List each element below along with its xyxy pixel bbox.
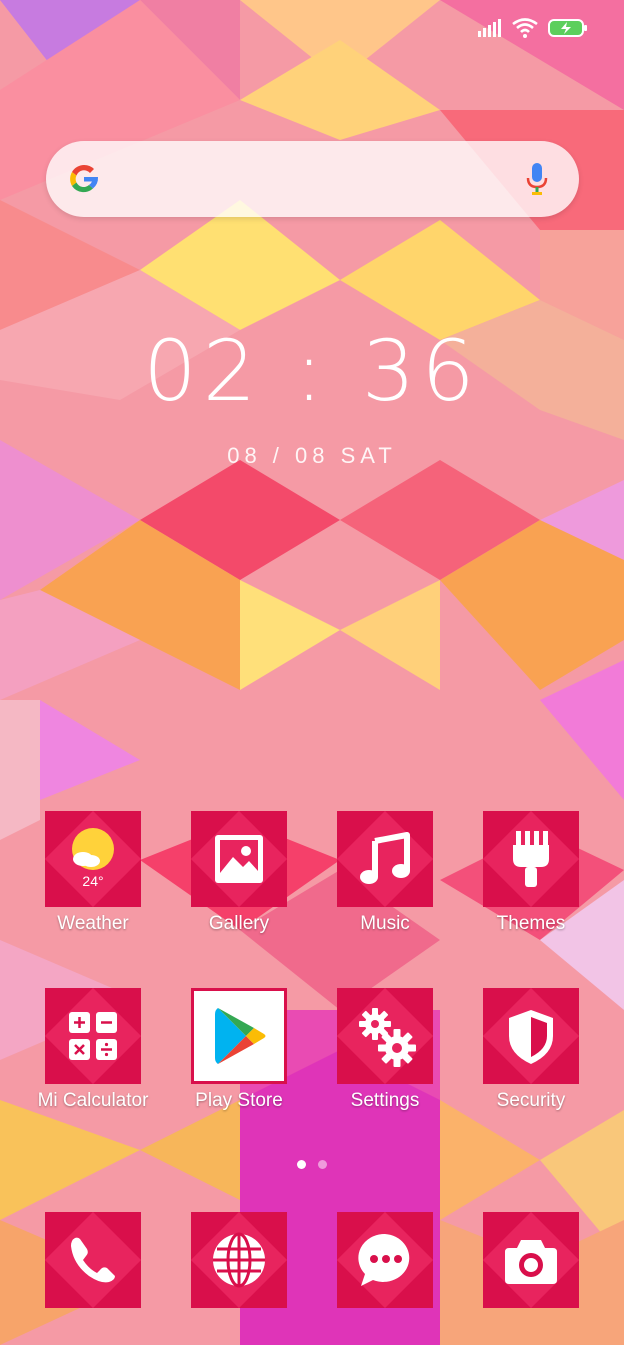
app-label: Themes bbox=[496, 913, 566, 934]
weather-temperature: 24° bbox=[82, 873, 104, 889]
play-store-icon bbox=[215, 1008, 266, 1064]
calculator-icon bbox=[69, 1012, 117, 1060]
app-label: Weather bbox=[57, 913, 129, 934]
app-label: Settings bbox=[350, 1090, 420, 1111]
weather-icon bbox=[72, 828, 114, 870]
settings-icon bbox=[359, 1008, 416, 1067]
app-label: Security bbox=[496, 1090, 566, 1111]
battery-charging-icon bbox=[548, 19, 587, 37]
browser-icon bbox=[213, 1232, 265, 1288]
google-icon bbox=[70, 164, 99, 193]
music-icon bbox=[360, 832, 410, 884]
wifi-icon bbox=[512, 18, 538, 38]
status-bar bbox=[478, 14, 588, 42]
security-icon bbox=[509, 1010, 553, 1064]
page-indicator bbox=[0, 1160, 624, 1169]
clock-date[interactable]: 08 / 08 SAT bbox=[0, 443, 624, 469]
app-weather[interactable]: 24° Weather bbox=[18, 811, 168, 935]
app-label: Gallery bbox=[208, 913, 270, 934]
app-security[interactable]: Security bbox=[456, 988, 606, 1112]
app-play-store[interactable]: Play Store bbox=[164, 988, 314, 1112]
app-settings[interactable]: Settings bbox=[310, 988, 460, 1112]
search-bar[interactable] bbox=[46, 141, 579, 217]
phone-icon bbox=[71, 1237, 115, 1283]
camera-icon bbox=[505, 1240, 557, 1284]
dock-browser[interactable] bbox=[164, 1212, 314, 1308]
dock-messages[interactable] bbox=[310, 1212, 460, 1308]
dock-camera[interactable] bbox=[456, 1212, 606, 1308]
mic-icon[interactable] bbox=[525, 161, 549, 197]
app-label: Play Store bbox=[195, 1090, 283, 1111]
page-dot-active bbox=[297, 1160, 306, 1169]
app-music[interactable]: Music bbox=[310, 811, 460, 935]
app-label: Mi Calculator bbox=[37, 1090, 149, 1111]
page-dot bbox=[318, 1160, 327, 1169]
app-label: Music bbox=[360, 913, 410, 934]
signal-icon bbox=[478, 19, 501, 37]
themes-icon bbox=[513, 831, 549, 887]
dock-phone[interactable] bbox=[18, 1212, 168, 1308]
app-themes[interactable]: Themes bbox=[456, 811, 606, 935]
messages-icon bbox=[358, 1233, 410, 1286]
app-gallery[interactable]: Gallery bbox=[164, 811, 314, 935]
app-mi-calculator[interactable]: Mi Calculator bbox=[18, 988, 168, 1112]
clock-time[interactable]: 02 : 36 bbox=[0, 322, 624, 420]
gallery-icon bbox=[215, 835, 263, 883]
